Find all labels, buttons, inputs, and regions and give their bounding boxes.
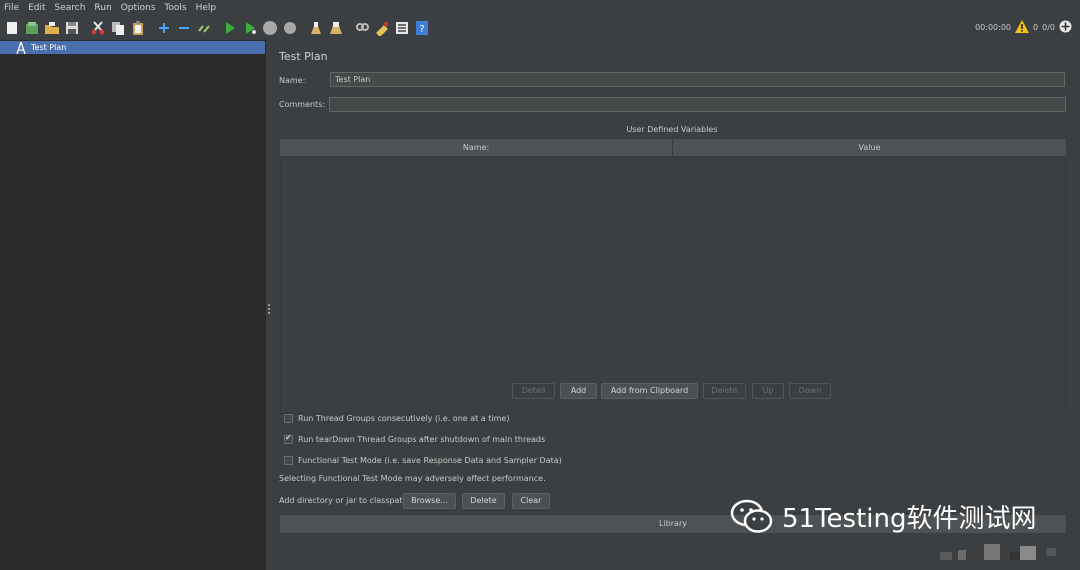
stop-icon[interactable] (262, 20, 278, 36)
splitter-grip (268, 304, 270, 306)
help-icon[interactable]: ? (414, 20, 430, 36)
comments-label: Comments: (279, 100, 326, 109)
run-consecutively-checkbox[interactable] (284, 414, 293, 423)
svg-text:?: ? (419, 24, 424, 35)
copy-icon[interactable] (110, 20, 126, 36)
run-teardown-option[interactable]: Run tearDown Thread Groups after shutdow… (284, 433, 546, 444)
function-helper-icon[interactable] (394, 20, 410, 36)
pixelated-blur (940, 552, 952, 560)
detail-button[interactable]: Detail (512, 383, 555, 399)
splitter-grip (268, 308, 270, 310)
run-consecutively-option[interactable]: Run Thread Groups consecutively (i.e. on… (284, 414, 509, 423)
new-icon[interactable] (4, 20, 20, 36)
paste-icon[interactable] (130, 20, 146, 36)
warning-icon[interactable] (1015, 20, 1030, 35)
elapsed-timer: 00:00:00 (975, 23, 1012, 32)
menu-bar: File Edit Search Run Options Tools Help (0, 0, 1080, 16)
up-button[interactable]: Up (752, 383, 784, 399)
add-button[interactable]: Add (560, 383, 597, 399)
option-label: Run Thread Groups consecutively (i.e. on… (298, 414, 510, 423)
run-teardown-checkbox[interactable] (284, 433, 293, 444)
menu-options[interactable]: Options (121, 3, 156, 13)
splitter-grip (268, 312, 270, 314)
menu-search[interactable]: Search (55, 3, 86, 13)
remote-start-icon[interactable] (1059, 20, 1072, 35)
clear-icon[interactable] (308, 20, 324, 36)
collapse-icon[interactable] (176, 20, 192, 36)
tree-item-test-plan[interactable]: Test Plan (0, 41, 265, 54)
menu-tools[interactable]: Tools (164, 3, 186, 13)
option-label: Functional Test Mode (i.e. save Response… (298, 456, 562, 465)
table-header: Name: Value (280, 139, 1066, 156)
functional-test-mode-checkbox[interactable] (284, 456, 293, 465)
pixelated-blur (958, 550, 966, 560)
delete-variable-button[interactable]: Delete (703, 383, 746, 399)
functional-test-mode-option[interactable]: Functional Test Mode (i.e. save Response… (284, 456, 562, 465)
save-icon[interactable] (64, 20, 80, 36)
add-from-clipboard-button[interactable]: Add from Clipboard (601, 383, 698, 399)
pixelated-blur (1046, 548, 1056, 556)
start-no-pauses-icon[interactable] (242, 20, 258, 36)
wechat-icon (730, 499, 773, 533)
status-area: 00:00:00 0 0/0 (975, 20, 1072, 35)
page-title: Test Plan (279, 50, 328, 63)
user-defined-variables-title: User Defined Variables (626, 125, 718, 134)
pixelated-blur (1020, 546, 1036, 560)
delete-classpath-button[interactable]: Delete (462, 493, 505, 509)
open-icon[interactable] (44, 20, 60, 36)
column-header-name[interactable]: Name: (280, 139, 673, 156)
test-plan-tree: Test Plan (0, 40, 267, 570)
menu-run[interactable]: Run (94, 3, 111, 13)
name-field[interactable]: Test Plan (330, 72, 1065, 87)
cut-icon[interactable] (90, 20, 106, 36)
table-body (280, 157, 1066, 414)
pixelated-blur (1010, 552, 1020, 560)
classpath-label: Add directory or jar to classpath (279, 496, 408, 505)
column-header-value[interactable]: Value (673, 139, 1066, 156)
clear-button[interactable]: Clear (512, 493, 550, 509)
menu-edit[interactable]: Edit (28, 3, 45, 13)
option-label: Run tearDown Thread Groups after shutdow… (298, 435, 546, 444)
reset-search-icon[interactable] (374, 20, 390, 36)
expand-icon[interactable] (156, 20, 172, 36)
warning-count: 0 (1033, 23, 1039, 32)
toggle-icon[interactable] (196, 20, 212, 36)
toolbar: ? 00:00:00 0 0/0 (0, 17, 1080, 39)
test-plan-panel: Test Plan Name: Test Plan Comments: User… (272, 40, 1080, 570)
user-defined-variables-table: Name: Value (280, 139, 1066, 414)
templates-icon[interactable] (24, 20, 40, 36)
test-plan-icon (16, 41, 26, 54)
search-icon[interactable] (354, 20, 370, 36)
down-button[interactable]: Down (789, 383, 831, 399)
menu-file[interactable]: File (4, 3, 19, 13)
start-icon[interactable] (222, 20, 238, 36)
menu-help[interactable]: Help (196, 3, 217, 13)
name-label: Name: (279, 76, 306, 85)
shutdown-icon[interactable] (282, 20, 298, 36)
watermark-text: 51Testing软件测试网 (782, 504, 1037, 534)
thread-count: 0/0 (1042, 23, 1055, 32)
watermark: 51Testing软件测试网 (730, 498, 1037, 535)
comments-field[interactable] (329, 97, 1066, 112)
clear-all-icon[interactable] (328, 20, 344, 36)
browse-button[interactable]: Browse... (403, 493, 456, 509)
pixelated-blur (984, 544, 1000, 560)
tree-item-label: Test Plan (31, 43, 67, 52)
functional-mode-note: Selecting Functional Test Mode may adver… (279, 474, 546, 483)
